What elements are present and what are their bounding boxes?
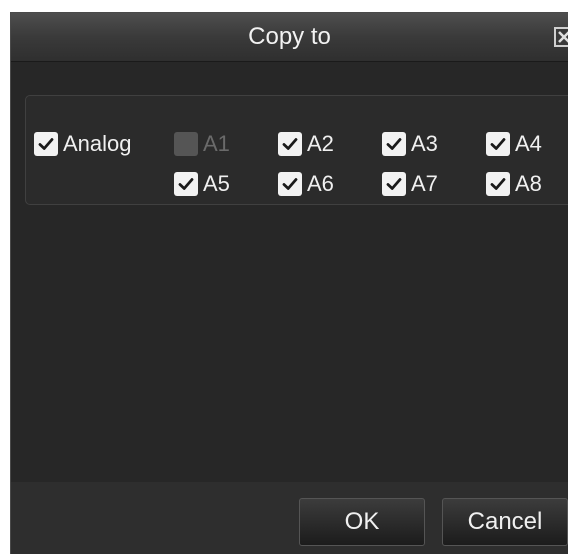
channel-a8-checkbox-box[interactable] [486,172,510,196]
close-icon[interactable] [554,27,568,47]
checkmark-icon [386,178,402,190]
ok-button[interactable]: OK [299,498,425,546]
channel-a5-checkbox[interactable]: A5 [174,171,230,197]
dialog-titlebar[interactable]: Copy to [11,13,568,62]
channel-group-box: Analog A1 A2 A3 A4 A5 A6 A7 A8 [25,95,568,205]
channel-a4-checkbox[interactable]: A4 [486,131,542,157]
channel-a2-checkbox[interactable]: A2 [278,131,334,157]
channel-a4-checkbox-box[interactable] [486,132,510,156]
channel-a3-label: A3 [411,131,438,156]
channel-a3-checkbox[interactable]: A3 [382,131,438,157]
checkmark-icon [386,138,402,150]
channel-a1-checkbox-box [174,132,198,156]
channel-a6-checkbox[interactable]: A6 [278,171,334,197]
channel-a4-label: A4 [515,131,542,156]
channel-a6-label: A6 [307,171,334,196]
channel-a2-label: A2 [307,131,334,156]
channel-a2-checkbox-box[interactable] [278,132,302,156]
analog-checkbox[interactable]: Analog [34,131,132,157]
channel-a8-checkbox[interactable]: A8 [486,171,542,197]
dialog-footer: OK Cancel [11,482,568,554]
channel-a8-label: A8 [515,171,542,196]
cancel-button[interactable]: Cancel [442,498,568,546]
analog-label: Analog [63,131,132,156]
channel-a3-checkbox-box[interactable] [382,132,406,156]
checkmark-icon [282,178,298,190]
checkmark-icon [490,138,506,150]
channel-a5-checkbox-box[interactable] [174,172,198,196]
analog-checkbox-box[interactable] [34,132,58,156]
dialog-title: Copy to [248,23,331,50]
checkmark-icon [282,138,298,150]
channel-a7-label: A7 [411,171,438,196]
channel-a1-label: A1 [203,131,230,156]
channel-a6-checkbox-box[interactable] [278,172,302,196]
checkmark-icon [38,138,54,150]
checkmark-icon [490,178,506,190]
channel-a7-checkbox[interactable]: A7 [382,171,438,197]
copy-to-dialog: Copy to Analog A1 A2 A3 A4 A5 A6 A7 A8 O… [10,12,568,554]
channel-a7-checkbox-box[interactable] [382,172,406,196]
checkmark-icon [178,178,194,190]
channel-a1-checkbox: A1 [174,131,230,157]
channel-a5-label: A5 [203,171,230,196]
